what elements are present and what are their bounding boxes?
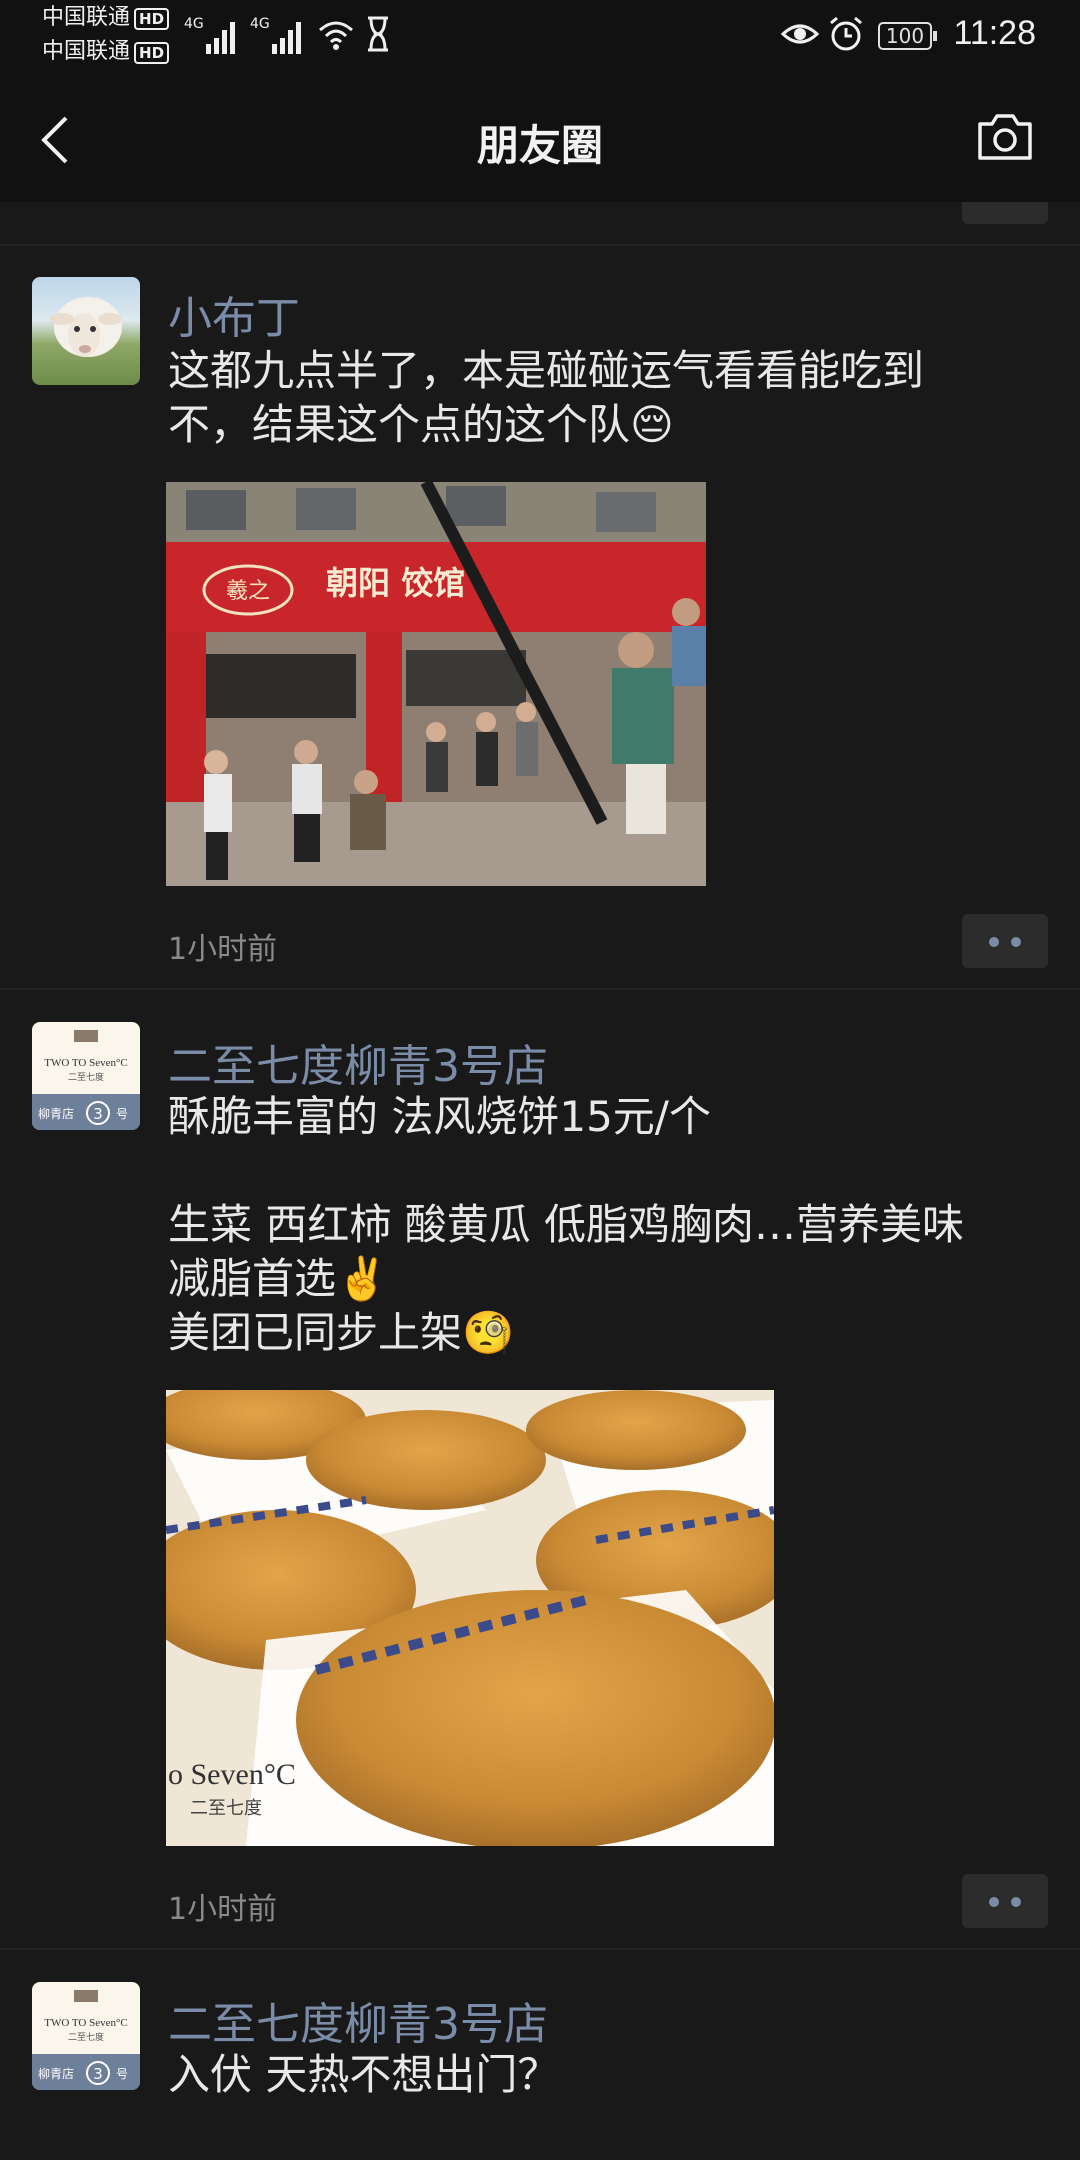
post-text: 这都九点半了，本是碰碰运气看看能吃到 不，结果这个点的这个队😔 xyxy=(168,344,1028,452)
status-bar: 中国联通 HD 中国联通 HD 4G 4G 100 11:28 xyxy=(0,0,1080,72)
avatar-branch: 柳青店 xyxy=(38,2067,74,2081)
hd-badge: HD xyxy=(134,8,170,30)
post-time: 1小时前 xyxy=(168,1892,278,1927)
avatar-num: 3 xyxy=(93,2065,103,2083)
post-author[interactable]: 二至七度柳青3号店 xyxy=(168,1988,548,2052)
avatar[interactable] xyxy=(32,277,140,385)
photo-watermark-brand: o Seven°C xyxy=(168,1758,296,1791)
wifi-icon xyxy=(319,21,353,50)
net-type-1: 4G xyxy=(184,16,204,32)
post-author[interactable]: 二至七度柳青3号店 xyxy=(168,1030,548,1094)
avatar[interactable]: TWO TO Seven°C 二至七度 柳青店 3 号 xyxy=(32,1982,140,2090)
carrier-2: 中国联通 HD xyxy=(42,39,170,64)
post-photo[interactable]: 羲之 朝阳 饺馆 xyxy=(166,482,706,886)
nav-bar: 朋友圈 xyxy=(0,72,1080,202)
sesame-flatbread-photo: o Seven°C 二至七度 xyxy=(166,1390,774,1846)
post-card: 小布丁 这都九点半了，本是碰碰运气看看能吃到 不，结果这个点的这个队😔 羲之 朝… xyxy=(0,246,1080,988)
avatar-suffix: 号 xyxy=(116,2067,128,2081)
avatar-suffix: 号 xyxy=(116,1107,128,1121)
avatar-num: 3 xyxy=(93,1105,103,1123)
post-text-line xyxy=(168,1144,1028,1198)
avatar-brand: TWO TO Seven°C xyxy=(44,1057,127,1069)
battery-indicator: 100 xyxy=(878,22,937,50)
sheep-avatar-image xyxy=(50,297,122,357)
post-card: TWO TO Seven°C 二至七度 柳青店 3 号 二至七度柳青3号店 入伏… xyxy=(0,1950,1080,2160)
avatar-brand: TWO TO Seven°C xyxy=(44,2017,127,2029)
previous-post-remnant xyxy=(0,202,1080,246)
post-photo[interactable]: o Seven°C 二至七度 xyxy=(166,1390,774,1846)
camera-icon[interactable] xyxy=(976,112,1034,162)
more-button[interactable] xyxy=(962,202,1048,224)
post-time: 1小时前 xyxy=(168,932,278,967)
eye-icon xyxy=(780,24,820,44)
net-type-2: 4G xyxy=(250,16,270,32)
photo-watermark-sub: 二至七度 xyxy=(190,1798,262,1819)
carrier-1-label: 中国联通 xyxy=(42,5,131,30)
dot xyxy=(1011,937,1021,947)
avatar[interactable]: TWO TO Seven°C 二至七度 柳青店 3 号 xyxy=(32,1022,140,1130)
alarm-icon xyxy=(830,16,862,51)
carrier-2-label: 中国联通 xyxy=(42,39,131,64)
page-title: 朋友圈 xyxy=(476,121,603,170)
post-text-line: 不，结果这个点的这个队😔 xyxy=(168,400,674,449)
hd-badge: HD xyxy=(134,42,170,64)
avatar-sub: 二至七度 xyxy=(68,2031,104,2043)
post-text-line: 这都九点半了，本是碰碰运气看看能吃到 xyxy=(168,346,925,395)
avatar-sub: 二至七度 xyxy=(68,1071,104,1083)
street-queue-photo: 羲之 朝阳 饺馆 xyxy=(166,482,706,886)
post-text-line: 生菜 西红柿 酸黄瓜 低脂鸡胸肉…营养美味 xyxy=(168,1200,965,1249)
more-button[interactable] xyxy=(962,914,1048,968)
avatar-branch: 柳青店 xyxy=(38,1107,74,1121)
post-text-line: 减脂首选✌️ xyxy=(168,1254,389,1303)
dot xyxy=(989,1897,999,1907)
more-button[interactable] xyxy=(962,1874,1048,1928)
hourglass-icon xyxy=(368,16,388,52)
signal-icon: 4G xyxy=(184,16,235,54)
post-text-line: 入伏 天热不想出门？ xyxy=(168,2050,560,2099)
sign-text: 朝阳 饺馆 xyxy=(326,564,465,602)
post-author[interactable]: 小布丁 xyxy=(168,282,300,346)
post-text-line: 美团已同步上架🧐 xyxy=(168,1308,515,1357)
dot xyxy=(1011,1897,1021,1907)
post-text-line: 酥脆丰富的 法风烧饼15元/个 xyxy=(168,1092,711,1141)
post-text: 入伏 天热不想出门？ xyxy=(168,2048,1028,2102)
shop-avatar-image: TWO TO Seven°C 二至七度 柳青店 3 号 xyxy=(32,1030,140,1130)
carrier-1: 中国联通 HD xyxy=(42,5,170,30)
clock: 11:28 xyxy=(953,14,1036,52)
signal-icon-2: 4G xyxy=(250,16,301,54)
dot xyxy=(989,937,999,947)
shop-avatar-image: TWO TO Seven°C 二至七度 柳青店 3 号 xyxy=(32,1990,140,2090)
post-card: TWO TO Seven°C 二至七度 柳青店 3 号 二至七度柳青3号店 酥脆… xyxy=(0,990,1080,1948)
sign-logo: 羲之 xyxy=(226,579,270,604)
post-text: 酥脆丰富的 法风烧饼15元/个 生菜 西红柿 酸黄瓜 低脂鸡胸肉…营养美味 减脂… xyxy=(168,1090,1028,1360)
